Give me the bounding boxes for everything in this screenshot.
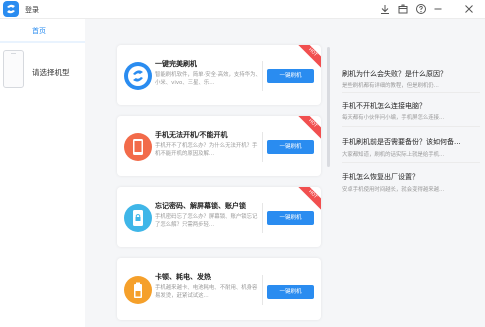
card-title: 手机无法开机/不能开机 <box>155 131 228 139</box>
hot-badge: HOT <box>297 116 321 140</box>
card-title: 卡顿、耗电、发热 <box>155 273 211 281</box>
phone-icon <box>124 133 152 161</box>
one-click-flash-button[interactable]: 一键刷机 <box>267 69 314 83</box>
close-icon[interactable] <box>463 3 475 15</box>
faq-title[interactable]: 手机不开机怎么连接电脑？ <box>342 101 426 111</box>
card-description: 智能刷机软件，简单·安全·高效，支持华为、小米、vivo、三星、乐... <box>155 72 261 86</box>
faq-divider <box>342 92 480 93</box>
card-title: 一键完美刷机 <box>155 60 197 68</box>
help-icon[interactable] <box>415 3 427 15</box>
card-divider <box>262 61 263 91</box>
tab-underline <box>0 41 85 43</box>
card-divider <box>262 132 263 162</box>
tab-home-label: 首页 <box>32 27 46 35</box>
faq-description: 大家都知道，刷机的话实际上就是给手机... <box>342 152 445 158</box>
hot-label: HOT <box>297 45 321 69</box>
lock-phone-icon <box>124 204 152 232</box>
faq-title[interactable]: 手机刷机前是否需要备份？该如何备... <box>342 137 461 147</box>
faq-description: 每天都有小伙伴问小编，手机屏怎么连接... <box>342 115 445 121</box>
download-icon[interactable] <box>379 3 391 15</box>
title-bar: 登录 <box>0 0 485 19</box>
one-click-flash-button[interactable]: 一键刷机 <box>267 285 314 299</box>
one-click-flash-button[interactable]: 一键刷机 <box>267 140 314 154</box>
card-description: 手机越来越卡、电池耗电、不耐用、机身容易发烫，赶紧试试这... <box>155 285 258 299</box>
left-panel: 首页 请选择机型 <box>0 19 85 327</box>
window-title: 登录 <box>25 6 39 14</box>
card-one-click-flash: 一键完美刷机 智能刷机软件，简单·安全·高效，支持华为、小米、vivo、三星、乐… <box>117 45 321 105</box>
faq-title[interactable]: 刷机为什么会失败？是什么原因？ <box>342 69 447 79</box>
card-divider <box>262 203 263 233</box>
hot-label: HOT <box>297 187 321 211</box>
card-lag-battery-heat: 卡顿、耗电、发热 手机越来越卡、电池耗电、不耐用、机身容易发烫，赶紧试试这...… <box>117 258 321 320</box>
hot-label: HOT <box>297 116 321 140</box>
card-forgot-password: 忘记密码、解屏幕锁、账户锁 手机密码忘了怎么办？屏幕锁、账户锁忘记了怎么解？只需… <box>117 187 321 247</box>
phone-outline-icon[interactable] <box>3 50 24 88</box>
flash-logo-icon <box>124 62 152 90</box>
card-divider <box>262 275 263 305</box>
faq-divider <box>342 162 480 163</box>
minimize-icon[interactable] <box>432 3 444 15</box>
faq-description: 是些刷机都有详细的教程，但是刷机仍... <box>342 83 439 89</box>
choose-model-link[interactable]: 请选择机型 <box>32 67 70 78</box>
card-title: 忘记密码、解屏幕锁、账户锁 <box>155 202 246 210</box>
box-icon[interactable] <box>397 3 409 15</box>
scrollbar[interactable] <box>327 47 330 167</box>
faq-divider <box>342 126 480 127</box>
app-logo-icon <box>3 1 19 17</box>
card-cannot-boot: 手机无法开机/不能开机 手机开不了机怎么办？为什么无法开机？手机不能开机的原因及… <box>117 116 321 176</box>
hot-badge: HOT <box>297 187 321 211</box>
card-description: 手机开不了机怎么办？为什么无法开机？手机不能开机的原因及解... <box>155 143 258 157</box>
one-click-flash-button[interactable]: 一键刷机 <box>267 211 314 225</box>
tab-home[interactable]: 首页 <box>0 19 85 43</box>
card-description: 手机密码忘了怎么办？屏幕锁、账户锁忘记了怎么解？只需两步轻... <box>155 214 258 228</box>
hot-badge: HOT <box>297 45 321 69</box>
faq-title[interactable]: 手机怎么恢复出厂设置？ <box>342 172 419 182</box>
faq-description: 安卓手机使用时间越长，就会变得越来越... <box>342 187 445 193</box>
battery-icon <box>124 276 152 304</box>
